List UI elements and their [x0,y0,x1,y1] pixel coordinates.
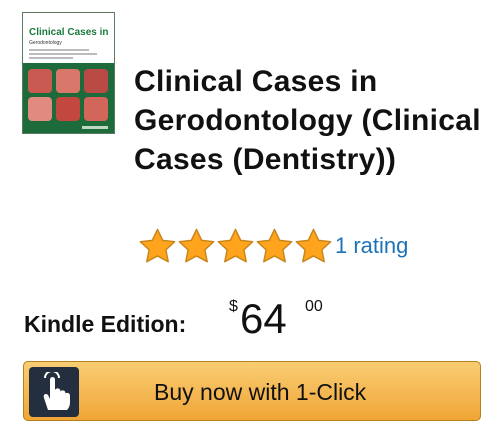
cover-publisher-mark [82,126,108,129]
star-icon [177,227,216,265]
star-icon [138,227,177,265]
star-icon [294,227,333,265]
cover-photo-grid [28,69,110,121]
product-card: Clinical Cases in Gerodontology Clinical… [0,0,500,442]
price-fraction: 00 [305,298,323,315]
rating-count-link[interactable]: 1 rating [335,233,408,259]
buy-button-label: Buy now with 1-Click [154,379,367,405]
buy-now-one-click-button[interactable]: Buy now with 1-Click [23,361,481,421]
cover-header: Clinical Cases in Gerodontology [23,13,114,63]
format-label: Kindle Edition: [24,311,187,337]
book-cover-image[interactable]: Clinical Cases in Gerodontology [22,12,115,134]
price-currency-symbol: $ [229,298,238,315]
star-icon [216,227,255,265]
cover-subtitle-text: Gerodontology [29,40,62,46]
price-whole: 64 [240,295,287,342]
star-rating[interactable] [138,227,333,265]
tap-hand-icon [29,367,79,417]
cover-author-lines [29,49,99,61]
star-icon [255,227,294,265]
book-title[interactable]: Clinical Cases in Gerodontology (Clinica… [134,62,484,179]
rating-row: 1 rating [138,226,408,266]
cover-series-text: Clinical Cases in [29,27,109,38]
